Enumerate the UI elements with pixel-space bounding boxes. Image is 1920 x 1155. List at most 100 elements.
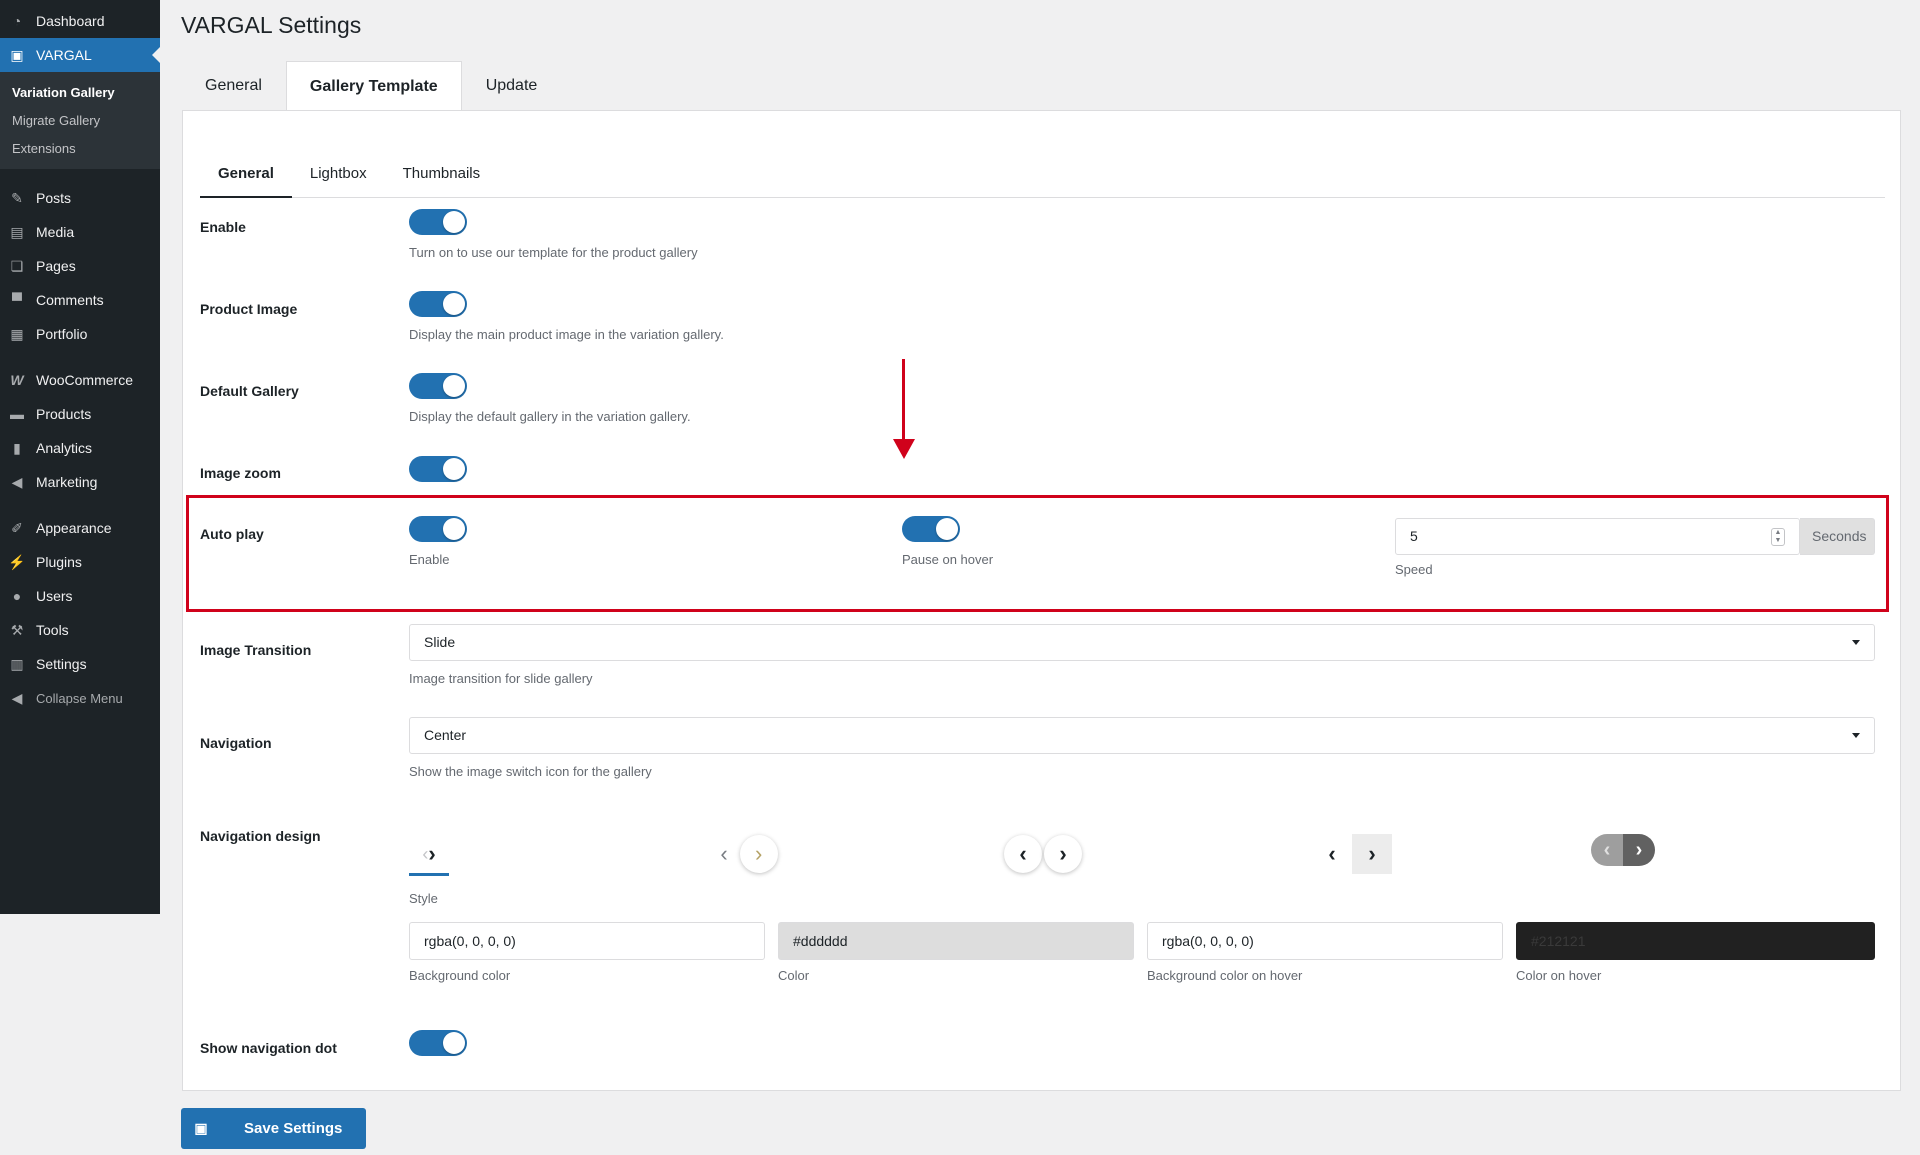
sidebar-item-users[interactable]: ● Users bbox=[0, 579, 160, 613]
sidebar-item-vargal[interactable]: ▣ VARGAL bbox=[0, 38, 160, 72]
chevron-right-icon: › bbox=[739, 835, 778, 873]
enable-label: Enable bbox=[200, 219, 246, 235]
toggle-knob bbox=[936, 518, 958, 540]
sidebar-item-woocommerce[interactable]: W WooCommerce bbox=[0, 363, 160, 397]
navigation-description: Show the image switch icon for the galle… bbox=[409, 764, 652, 779]
sidebar-item-products[interactable]: ▬ Products bbox=[0, 397, 160, 431]
product-image-toggle[interactable] bbox=[409, 291, 467, 317]
image-zoom-label: Image zoom bbox=[200, 465, 281, 481]
sidebar-item-pages[interactable]: ❏ Pages bbox=[0, 249, 160, 283]
image-transition-select[interactable]: Slide bbox=[409, 624, 1875, 661]
tab-general[interactable]: General bbox=[181, 61, 286, 111]
pages-icon: ❏ bbox=[10, 257, 24, 274]
collapse-menu-button[interactable]: ◀ Collapse Menu bbox=[0, 681, 160, 715]
show-nav-dot-toggle[interactable] bbox=[409, 1030, 467, 1056]
default-gallery-label: Default Gallery bbox=[200, 383, 299, 399]
sidebar-item-marketing[interactable]: ◀ Marketing bbox=[0, 465, 160, 499]
sidebar-item-label: Analytics bbox=[36, 440, 93, 456]
bar-chart-icon: ▮ bbox=[13, 439, 21, 456]
sidebar-item-label: Marketing bbox=[36, 474, 98, 490]
submenu-item-variation-gallery[interactable]: Variation Gallery bbox=[0, 79, 160, 107]
color-input[interactable]: #dddddd bbox=[778, 922, 1134, 960]
image-transition-value: Slide bbox=[424, 634, 456, 650]
settings-tabs: General Gallery Template Update bbox=[181, 61, 561, 111]
sidebar-item-portfolio[interactable]: ▦ Portfolio bbox=[0, 317, 160, 351]
vargal-submenu: Variation Gallery Migrate Gallery Extens… bbox=[0, 72, 160, 169]
chevron-left-icon: ‹ bbox=[1004, 835, 1042, 873]
image-transition-label: Image Transition bbox=[200, 642, 312, 658]
sidebar-item-dashboard[interactable]: ◔ Dashboard bbox=[0, 4, 160, 38]
sidebar-item-label: Pages bbox=[36, 258, 76, 274]
color-hover-input[interactable]: #212121 bbox=[1516, 922, 1875, 960]
chevron-right-icon: › bbox=[1623, 834, 1655, 866]
navigation-label: Navigation bbox=[200, 735, 272, 751]
chevron-left-icon: ‹ bbox=[1328, 841, 1336, 866]
submenu-item-extensions[interactable]: Extensions bbox=[0, 135, 160, 163]
default-gallery-toggle[interactable] bbox=[409, 373, 467, 399]
save-icon: ▣ bbox=[194, 1120, 208, 1136]
image-transition-description: Image transition for slide gallery bbox=[409, 671, 593, 686]
navigation-select[interactable]: Center bbox=[409, 717, 1875, 754]
tab-update[interactable]: Update bbox=[462, 61, 562, 111]
default-gallery-description: Display the default gallery in the varia… bbox=[409, 409, 691, 424]
inner-tab-general[interactable]: General bbox=[200, 154, 292, 198]
speed-input[interactable]: 5 ▲ ▼ bbox=[1395, 518, 1800, 555]
chevron-left-icon: ‹ bbox=[720, 841, 728, 866]
toggle-knob bbox=[443, 518, 465, 540]
nav-style-2[interactable]: ‹ › bbox=[714, 833, 784, 875]
toggle-knob bbox=[443, 211, 465, 233]
background-color-hover-input[interactable]: rgba(0, 0, 0, 0) bbox=[1147, 922, 1503, 960]
sidebar-item-media[interactable]: ▤ Media bbox=[0, 215, 160, 249]
nav-style-3[interactable]: ‹ › bbox=[1002, 833, 1084, 875]
product-image-description: Display the main product image in the va… bbox=[409, 327, 724, 342]
spinner-icon[interactable]: ▲ ▼ bbox=[1771, 528, 1785, 546]
inner-tab-thumbnails[interactable]: Thumbnails bbox=[385, 154, 499, 197]
toggle-knob bbox=[443, 1032, 465, 1054]
brush-icon: ✐ bbox=[11, 519, 23, 536]
color-label: Color bbox=[778, 968, 810, 983]
sidebar-item-posts[interactable]: ✎ Posts bbox=[0, 181, 160, 215]
sidebar-item-label: Plugins bbox=[36, 554, 82, 570]
background-color-input[interactable]: rgba(0, 0, 0, 0) bbox=[409, 922, 765, 960]
sidebar-item-plugins[interactable]: ⚡ Plugins bbox=[0, 545, 160, 579]
grid-icon: ▦ bbox=[10, 325, 24, 342]
navigation-design-label: Navigation design bbox=[200, 828, 321, 844]
sidebar-item-label: WooCommerce bbox=[36, 372, 133, 388]
auto-play-enable-toggle[interactable] bbox=[409, 516, 467, 542]
sidebar-item-appearance[interactable]: ✐ Appearance bbox=[0, 511, 160, 545]
sidebar-item-comments[interactable]: ▀ Comments bbox=[0, 283, 160, 317]
sidebar-item-settings[interactable]: ▥ Settings bbox=[0, 647, 160, 681]
enable-description: Turn on to use our template for the prod… bbox=[409, 245, 698, 260]
navigation-value: Center bbox=[424, 727, 467, 743]
inner-tab-lightbox[interactable]: Lightbox bbox=[292, 154, 385, 197]
user-icon: ● bbox=[12, 588, 22, 604]
submenu-item-migrate-gallery[interactable]: Migrate Gallery bbox=[0, 107, 160, 135]
tab-gallery-template[interactable]: Gallery Template bbox=[285, 61, 462, 111]
vargal-icon: ▣ bbox=[10, 46, 24, 63]
chevron-right-icon: › bbox=[1044, 835, 1082, 873]
auto-play-enable-label: Enable bbox=[409, 552, 450, 567]
wrench-icon: ⚒ bbox=[10, 621, 24, 638]
nav-style-4[interactable]: ‹ › bbox=[1312, 833, 1392, 875]
nav-style-5[interactable]: ‹ › bbox=[1591, 834, 1655, 866]
background-color-label: Background color bbox=[409, 968, 511, 983]
page-title: VARGAL Settings bbox=[181, 12, 362, 38]
megaphone-icon: ◀ bbox=[11, 473, 23, 490]
pause-on-hover-toggle[interactable] bbox=[902, 516, 960, 542]
collapse-label: Collapse Menu bbox=[36, 690, 123, 706]
sidebar-item-analytics[interactable]: ▮ Analytics bbox=[0, 431, 160, 465]
toggle-knob bbox=[443, 293, 465, 315]
sidebar-item-tools[interactable]: ⚒ Tools bbox=[0, 613, 160, 647]
style-label: Style bbox=[409, 891, 438, 906]
toggle-knob bbox=[443, 458, 465, 480]
annotation-arrow-shaft bbox=[902, 359, 905, 441]
image-zoom-toggle[interactable] bbox=[409, 456, 467, 482]
sidebar-item-label: Posts bbox=[36, 190, 72, 206]
save-settings-button[interactable]: ▣ Save Settings bbox=[181, 1108, 366, 1149]
annotation-arrow-head bbox=[893, 439, 915, 459]
archive-icon: ▬ bbox=[10, 406, 24, 422]
nav-style-1[interactable]: ‹ › bbox=[409, 834, 449, 874]
enable-toggle[interactable] bbox=[409, 209, 467, 235]
pin-icon: ✎ bbox=[11, 189, 23, 206]
auto-play-label: Auto play bbox=[200, 526, 264, 542]
